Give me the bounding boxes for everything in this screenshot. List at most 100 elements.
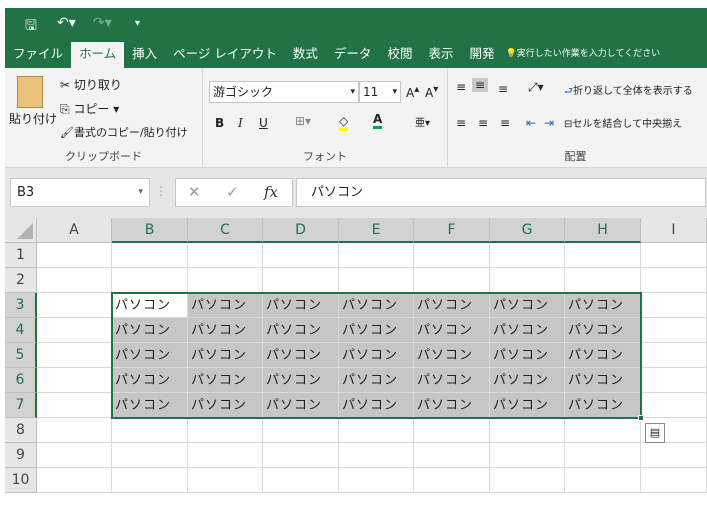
cell-B8[interactable] bbox=[112, 418, 188, 443]
cell-G4[interactable]: パソコン bbox=[490, 318, 565, 343]
cell-F10[interactable] bbox=[414, 468, 490, 493]
quick-analysis-icon[interactable]: ▤ bbox=[645, 423, 665, 443]
cell-A8[interactable] bbox=[37, 418, 112, 443]
tab-5[interactable]: データ bbox=[326, 42, 380, 68]
tab-1[interactable]: ホーム bbox=[71, 42, 125, 68]
cell-C3[interactable]: パソコン bbox=[188, 293, 263, 318]
cell-I10[interactable] bbox=[641, 468, 707, 493]
cell-G7[interactable]: パソコン bbox=[490, 393, 565, 418]
paste-button[interactable]: 貼り付け bbox=[9, 110, 57, 127]
row-header-9[interactable]: 9 bbox=[5, 443, 37, 468]
merge-center-button[interactable]: ⊟セルを結合して中央揃え bbox=[564, 115, 682, 130]
cell-I4[interactable] bbox=[641, 318, 707, 343]
cell-H8[interactable] bbox=[565, 418, 641, 443]
cell-H10[interactable] bbox=[565, 468, 641, 493]
font-color-icon[interactable]: A bbox=[373, 112, 383, 129]
row-header-3[interactable]: 3 bbox=[5, 293, 37, 318]
cell-B6[interactable]: パソコン bbox=[112, 368, 188, 393]
increase-indent-icon[interactable]: ⇥ bbox=[544, 116, 554, 130]
cell-H6[interactable]: パソコン bbox=[565, 368, 641, 393]
cell-A10[interactable] bbox=[37, 468, 112, 493]
column-header-D[interactable]: D bbox=[263, 218, 339, 243]
cell-D6[interactable]: パソコン bbox=[263, 368, 339, 393]
cell-D1[interactable] bbox=[263, 243, 339, 268]
cell-D9[interactable] bbox=[263, 443, 339, 468]
italic-button[interactable]: I bbox=[238, 116, 243, 130]
cell-E10[interactable] bbox=[339, 468, 414, 493]
cell-B2[interactable] bbox=[112, 268, 188, 293]
tab-3[interactable]: ページ レイアウト bbox=[165, 42, 285, 68]
cell-D5[interactable]: パソコン bbox=[263, 343, 339, 368]
orientation-icon[interactable]: ⤢▾ bbox=[528, 80, 544, 95]
cell-C1[interactable] bbox=[188, 243, 263, 268]
tell-me-box[interactable]: 💡実行したい作業を入力してください bbox=[502, 42, 663, 68]
cell-A7[interactable] bbox=[37, 393, 112, 418]
underline-button[interactable]: U bbox=[259, 116, 268, 130]
format-painter-button[interactable]: 🖌書式のコピー/貼り付け bbox=[60, 124, 188, 140]
tab-8[interactable]: 開発 bbox=[461, 42, 502, 68]
cell-B7[interactable]: パソコン bbox=[112, 393, 188, 418]
cell-H3[interactable]: パソコン bbox=[565, 293, 641, 318]
cell-F4[interactable]: パソコン bbox=[414, 318, 490, 343]
cell-G2[interactable] bbox=[490, 268, 565, 293]
column-header-B[interactable]: B bbox=[112, 218, 188, 243]
row-header-6[interactable]: 6 bbox=[5, 368, 37, 393]
cell-D8[interactable] bbox=[263, 418, 339, 443]
increase-font-icon[interactable]: A▴ bbox=[406, 84, 419, 100]
cell-E2[interactable] bbox=[339, 268, 414, 293]
formula-input[interactable]: パソコン bbox=[296, 178, 706, 207]
decrease-font-icon[interactable]: A▾ bbox=[425, 84, 438, 100]
cell-F1[interactable] bbox=[414, 243, 490, 268]
cell-A2[interactable] bbox=[37, 268, 112, 293]
column-header-F[interactable]: F bbox=[414, 218, 490, 243]
tab-2[interactable]: 挿入 bbox=[124, 42, 165, 68]
font-name-select[interactable]: 游ゴシック ▾ bbox=[209, 81, 359, 103]
name-box[interactable]: B3 ▾ bbox=[10, 178, 150, 207]
cell-C2[interactable] bbox=[188, 268, 263, 293]
cell-F2[interactable] bbox=[414, 268, 490, 293]
cell-A9[interactable] bbox=[37, 443, 112, 468]
cell-D7[interactable]: パソコン bbox=[263, 393, 339, 418]
row-header-4[interactable]: 4 bbox=[5, 318, 37, 343]
select-all-button[interactable] bbox=[5, 218, 37, 243]
cell-H4[interactable]: パソコン bbox=[565, 318, 641, 343]
cell-D4[interactable]: パソコン bbox=[263, 318, 339, 343]
row-header-1[interactable]: 1 bbox=[5, 243, 37, 268]
align-right-icon[interactable]: ≡ bbox=[500, 116, 510, 130]
decrease-indent-icon[interactable]: ⇤ bbox=[526, 116, 536, 130]
cell-G5[interactable]: パソコン bbox=[490, 343, 565, 368]
cell-E8[interactable] bbox=[339, 418, 414, 443]
cell-E9[interactable] bbox=[339, 443, 414, 468]
cell-F5[interactable]: パソコン bbox=[414, 343, 490, 368]
copy-button[interactable]: ⎘ コピー ▾ bbox=[60, 100, 119, 117]
align-top-icon[interactable]: ≡ bbox=[456, 80, 466, 94]
cell-I9[interactable] bbox=[641, 443, 707, 468]
fill-color-icon[interactable]: ◇ bbox=[339, 114, 349, 131]
cell-B9[interactable] bbox=[112, 443, 188, 468]
cell-B10[interactable] bbox=[112, 468, 188, 493]
border-icon[interactable]: ⊞▾ bbox=[295, 114, 311, 128]
row-header-2[interactable]: 2 bbox=[5, 268, 37, 293]
cell-G6[interactable]: パソコン bbox=[490, 368, 565, 393]
column-header-I[interactable]: I bbox=[641, 218, 707, 243]
cell-A4[interactable] bbox=[37, 318, 112, 343]
cell-C10[interactable] bbox=[188, 468, 263, 493]
cell-D10[interactable] bbox=[263, 468, 339, 493]
cell-B5[interactable]: パソコン bbox=[112, 343, 188, 368]
cell-D3[interactable]: パソコン bbox=[263, 293, 339, 318]
cell-B4[interactable]: パソコン bbox=[112, 318, 188, 343]
undo-icon[interactable]: ↶▾ bbox=[57, 15, 76, 31]
cell-F8[interactable] bbox=[414, 418, 490, 443]
cell-E7[interactable]: パソコン bbox=[339, 393, 414, 418]
cell-H9[interactable] bbox=[565, 443, 641, 468]
cell-F3[interactable]: パソコン bbox=[414, 293, 490, 318]
align-center-icon[interactable]: ≡ bbox=[478, 116, 488, 130]
insert-function-button[interactable]: fx bbox=[264, 183, 278, 201]
column-header-H[interactable]: H bbox=[565, 218, 641, 243]
tab-7[interactable]: 表示 bbox=[420, 42, 461, 68]
align-left-icon[interactable]: ≡ bbox=[456, 116, 466, 130]
bold-button[interactable]: B bbox=[215, 116, 224, 130]
cell-G9[interactable] bbox=[490, 443, 565, 468]
cell-I7[interactable] bbox=[641, 393, 707, 418]
column-header-C[interactable]: C bbox=[188, 218, 263, 243]
